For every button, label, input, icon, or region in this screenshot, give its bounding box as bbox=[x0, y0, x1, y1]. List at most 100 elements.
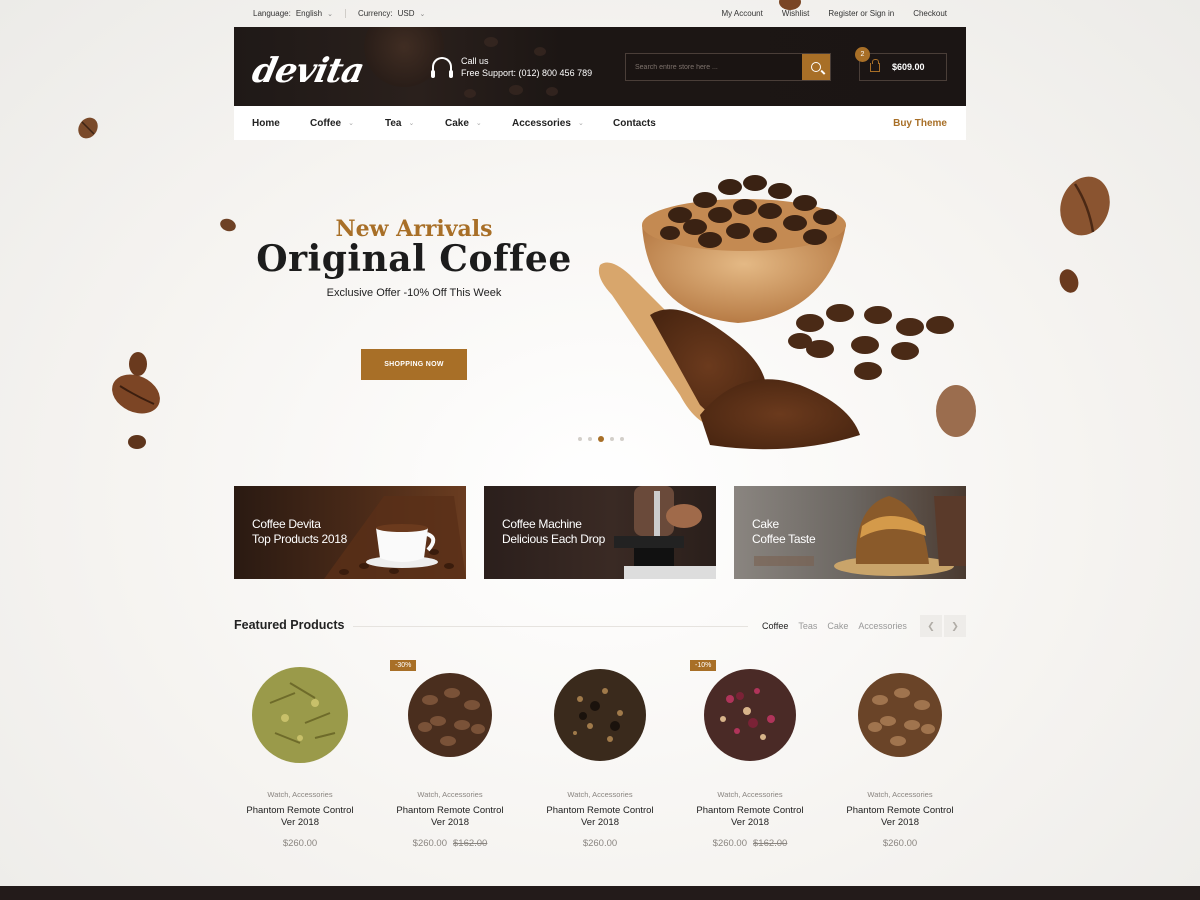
product-image[interactable] bbox=[234, 650, 366, 780]
banner-coffee-devita[interactable]: Coffee Devita Top Products 2018 bbox=[234, 486, 466, 579]
tab-cake[interactable]: Cake bbox=[827, 621, 848, 631]
coffee-bean-decoration bbox=[220, 218, 236, 232]
product-name-line1: Phantom Remote Control bbox=[846, 805, 954, 816]
banner-line1: Cake bbox=[752, 517, 779, 531]
product-name-line2: Ver 2018 bbox=[730, 816, 770, 828]
mini-cart[interactable]: 2 $609.00 bbox=[855, 47, 947, 81]
my-account-link[interactable]: My Account bbox=[721, 9, 762, 18]
next-button[interactable]: ❯ bbox=[944, 615, 966, 637]
coffee-bean-decoration bbox=[128, 435, 146, 449]
banner-coffee-machine[interactable]: Coffee Machine Delicious Each Drop bbox=[484, 486, 716, 579]
site-footer bbox=[0, 886, 1200, 900]
product-old-price: $162.00 bbox=[753, 838, 788, 849]
product-card[interactable]: Watch, Accessories Phantom Remote Contro… bbox=[534, 650, 666, 849]
currency-value: USD bbox=[397, 9, 415, 18]
coffee-beans-image bbox=[408, 673, 492, 757]
slider-dot-active[interactable] bbox=[598, 436, 604, 442]
coffee-bean-decoration bbox=[1059, 269, 1079, 293]
product-name[interactable]: Phantom Remote Control Ver 2018 bbox=[234, 805, 366, 828]
product-category[interactable]: Watch, Accessories bbox=[834, 790, 966, 799]
language-value: English bbox=[295, 9, 323, 18]
search-icon bbox=[811, 62, 821, 72]
product-category[interactable]: Watch, Accessories bbox=[234, 790, 366, 799]
slider-dot[interactable] bbox=[588, 437, 592, 441]
product-name[interactable]: Phantom Remote Control Ver 2018 bbox=[384, 805, 516, 828]
checkout-link[interactable]: Checkout bbox=[913, 9, 947, 18]
product-category[interactable]: Watch, Accessories bbox=[534, 790, 666, 799]
product-card[interactable]: Watch, Accessories Phantom Remote Contro… bbox=[234, 650, 366, 849]
cart-total: $609.00 bbox=[892, 62, 925, 72]
nav-item-cake[interactable]: Cake ⌄ bbox=[445, 118, 482, 129]
product-name[interactable]: Phantom Remote Control Ver 2018 bbox=[684, 805, 816, 828]
hero-subtitle: Exclusive Offer -10% Off This Week bbox=[326, 287, 502, 299]
site-header: devita Call us Free Support: (012) 800 4… bbox=[234, 27, 966, 106]
slider-dot[interactable] bbox=[620, 437, 624, 441]
black-tea-image bbox=[554, 669, 646, 761]
bean-decoration bbox=[546, 87, 558, 96]
product-card[interactable]: -30% Watch, Accessories Phantom Remote C… bbox=[384, 650, 516, 849]
fruit-tea-image bbox=[704, 669, 796, 761]
product-old-price: $162.00 bbox=[453, 838, 488, 849]
nav-item-home[interactable]: Home bbox=[252, 118, 280, 129]
main-navigation: Home Coffee ⌄ Tea ⌄ Cake ⌄ Accessories ⌄… bbox=[234, 106, 966, 140]
featured-products-title: Featured Products bbox=[234, 618, 345, 632]
nav-item-label: Cake bbox=[445, 117, 469, 129]
product-card[interactable]: Watch, Accessories Phantom Remote Contro… bbox=[834, 650, 966, 849]
product-price-row: $260.00 bbox=[834, 838, 966, 849]
nav-item-tea[interactable]: Tea ⌄ bbox=[385, 118, 414, 129]
product-name[interactable]: Phantom Remote Control Ver 2018 bbox=[834, 805, 966, 828]
product-price-row: $260.00 $162.00 bbox=[384, 838, 516, 849]
product-image[interactable] bbox=[834, 650, 966, 780]
language-label: Language: bbox=[253, 9, 291, 18]
bean-decoration bbox=[484, 37, 498, 47]
product-name-line2: Ver 2018 bbox=[430, 816, 470, 828]
register-signin-link[interactable]: Register or Sign in bbox=[828, 9, 894, 18]
product-name-line2: Ver 2018 bbox=[880, 816, 920, 828]
tab-coffee[interactable]: Coffee bbox=[762, 621, 788, 631]
nav-item-accessories[interactable]: Accessories ⌄ bbox=[512, 118, 584, 129]
product-image[interactable] bbox=[534, 650, 666, 780]
search-bar bbox=[625, 53, 831, 81]
chevron-down-icon: ⌄ bbox=[577, 120, 584, 127]
slider-dot[interactable] bbox=[578, 437, 582, 441]
product-image[interactable]: -10% bbox=[684, 650, 816, 780]
hero-coffee-bowl-image bbox=[598, 175, 954, 450]
language-selector[interactable]: Language: English ⌄ bbox=[253, 9, 346, 18]
search-button[interactable] bbox=[802, 54, 830, 80]
banner-text: Coffee Machine Delicious Each Drop bbox=[502, 517, 605, 547]
tab-teas[interactable]: Teas bbox=[798, 621, 817, 631]
product-price-row: $260.00 bbox=[234, 838, 366, 849]
shopping-now-button[interactable]: SHOPPING NOW bbox=[361, 349, 467, 380]
product-price: $260.00 bbox=[412, 838, 447, 849]
search-input[interactable] bbox=[626, 54, 802, 80]
banner-line1: Coffee Devita bbox=[252, 517, 321, 531]
currency-selector[interactable]: Currency: USD ⌄ bbox=[358, 9, 437, 18]
banner-line2: Delicious Each Drop bbox=[502, 532, 606, 546]
banner-cake[interactable]: Cake Coffee Taste bbox=[734, 486, 966, 579]
product-image[interactable]: -30% bbox=[384, 650, 516, 780]
tab-accessories[interactable]: Accessories bbox=[858, 621, 907, 631]
buy-theme-link[interactable]: Buy Theme bbox=[893, 118, 947, 129]
headset-icon bbox=[431, 57, 453, 78]
support-call-label: Call us bbox=[461, 56, 489, 66]
coffee-beans-image bbox=[858, 673, 942, 757]
product-name-line1: Phantom Remote Control bbox=[546, 805, 654, 816]
slider-dot[interactable] bbox=[610, 437, 614, 441]
chevron-right-icon: ❯ bbox=[951, 620, 959, 631]
product-category[interactable]: Watch, Accessories bbox=[384, 790, 516, 799]
product-category[interactable]: Watch, Accessories bbox=[684, 790, 816, 799]
account-links: My Account Wishlist Register or Sign in … bbox=[721, 9, 947, 18]
product-price: $260.00 bbox=[882, 838, 918, 849]
hero-title: Original Coffee bbox=[256, 238, 572, 280]
product-name[interactable]: Phantom Remote Control Ver 2018 bbox=[534, 805, 666, 828]
nav-item-label: Tea bbox=[385, 117, 402, 129]
cart-count-badge: 2 bbox=[855, 47, 870, 62]
topbar-settings: Language: English ⌄ Currency: USD ⌄ bbox=[253, 9, 449, 18]
nav-item-contacts[interactable]: Contacts bbox=[613, 118, 656, 129]
site-logo[interactable]: devita bbox=[249, 51, 367, 91]
support-info: Call us Free Support: (012) 800 456 789 bbox=[431, 55, 592, 79]
product-card[interactable]: -10% Watch, Accessories Phantom Remote C… bbox=[684, 650, 816, 849]
prev-button[interactable]: ❮ bbox=[920, 615, 942, 637]
nav-item-coffee[interactable]: Coffee ⌄ bbox=[310, 118, 354, 129]
product-price-row: $260.00 bbox=[534, 838, 666, 849]
